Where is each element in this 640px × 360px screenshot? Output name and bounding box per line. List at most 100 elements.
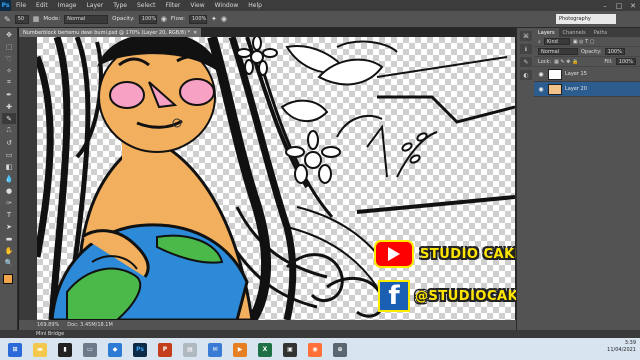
zoom-level[interactable]: 169.89% — [37, 322, 59, 328]
menu-help[interactable]: Help — [243, 2, 267, 9]
file-explorer-icon[interactable]: ▬ — [33, 342, 47, 357]
menu-layer[interactable]: Layer — [81, 2, 108, 9]
quick-select-tool-icon[interactable]: ✧ — [2, 65, 16, 76]
close-tab-icon[interactable]: ✕ — [193, 30, 197, 36]
menu-select[interactable]: Select — [132, 2, 161, 9]
type-tool-icon[interactable]: T — [2, 209, 16, 220]
document-app-icon[interactable]: ▤ — [183, 342, 197, 357]
menu-edit[interactable]: Edit — [31, 2, 53, 9]
layer-row[interactable]: ◉ Layer 15 — [534, 67, 640, 82]
start-icon[interactable]: ⊞ — [8, 342, 22, 357]
lock-label: Lock: — [538, 58, 552, 65]
workspace-select[interactable]: Photography — [556, 14, 616, 24]
mail-icon[interactable]: ✉ — [208, 342, 222, 357]
status-bar: 169.89% Doc: 3.45M/18.1M — [19, 320, 516, 330]
pressure-opacity-icon[interactable]: ◉ — [161, 15, 167, 23]
document-title: Numberblock bertemu dewi bumi.psd @ 170%… — [23, 29, 191, 36]
eyedropper-tool-icon[interactable]: ✒ — [2, 89, 16, 100]
visibility-eye-icon[interactable]: ◉ — [537, 70, 545, 78]
marquee-tool-icon[interactable]: ⬚ — [2, 41, 16, 52]
brush-size-field[interactable]: 50 — [14, 14, 29, 24]
clock-time: 3:39 — [624, 340, 636, 346]
terminal-icon[interactable]: ▮ — [58, 342, 72, 357]
properties-panel-icon[interactable]: ℹ — [520, 44, 532, 54]
crop-tool-icon[interactable]: ⌗ — [2, 77, 16, 88]
foreground-color-swatch[interactable] — [3, 274, 13, 284]
pen-tool-icon[interactable]: ✑ — [2, 197, 16, 208]
tab-channels[interactable]: Channels — [559, 28, 590, 37]
brush-tool-icon[interactable]: ✎ — [2, 113, 16, 124]
video-app-icon[interactable]: ▣ — [283, 342, 297, 357]
taskbar-icons: ⊞ ▬ ▮ ▭ ◆ Ps P ▤ ✉ ▶ X ▣ ◉ ⊕ — [0, 339, 640, 360]
photoshop-logo: Ps — [0, 0, 11, 11]
lasso-tool-icon[interactable]: ➰ — [2, 53, 16, 64]
brush-panel-icon[interactable]: ✎ — [520, 57, 532, 67]
powerpoint-icon[interactable]: P — [158, 342, 172, 357]
blend-mode-select[interactable]: Normal — [538, 48, 578, 55]
facebook-icon: f — [378, 280, 410, 312]
shape-tool-icon[interactable]: ▬ — [2, 233, 16, 244]
lock-icons[interactable]: ▦ ✎ ✥ 🔒 — [554, 59, 578, 65]
menu-file[interactable]: File — [11, 2, 31, 9]
eraser-tool-icon[interactable]: ▭ — [2, 149, 16, 160]
brush-tool-icon[interactable]: ✎ — [4, 15, 11, 24]
media-player-icon[interactable]: ▶ — [233, 342, 247, 357]
menu-filter[interactable]: Filter — [161, 2, 186, 9]
stamp-tool-icon[interactable]: ⎍ — [2, 125, 16, 136]
brush-panel-icon[interactable]: ▦ — [33, 15, 40, 23]
menu-view[interactable]: View — [185, 2, 209, 9]
airbrush-icon[interactable]: ✦ — [211, 15, 217, 23]
kind-filter-select[interactable]: Kind — [543, 38, 570, 45]
dodge-tool-icon[interactable]: ● — [2, 185, 16, 196]
tools-panel: ✥ ⬚ ➰ ✧ ⌗ ✒ ✚ ✎ ⎍ ↺ ▭ ◧ 💧 ● ✑ T ➤ ▬ ✋ 🔍 — [0, 28, 18, 330]
menu-bar: Ps File Edit Image Layer Type Select Fil… — [0, 0, 640, 11]
zoom-tool-icon[interactable]: 🔍 — [2, 257, 16, 268]
tab-layers[interactable]: Layers — [534, 28, 559, 37]
gradient-tool-icon[interactable]: ◧ — [2, 161, 16, 172]
mini-bridge-bar[interactable]: Mini Bridge — [0, 330, 640, 338]
maximize-icon[interactable]: □ — [612, 0, 626, 11]
panel-tabs: Layers Channels Paths — [534, 28, 640, 37]
layer-thumbnail — [548, 83, 562, 95]
system-tray-clock[interactable]: 3:39 11/04/2021 — [607, 340, 636, 354]
photo-app-icon[interactable]: ◆ — [108, 342, 122, 357]
flow-label: Flow: — [170, 16, 185, 22]
move-tool-icon[interactable]: ✥ — [2, 29, 16, 40]
opacity-field[interactable]: 100% — [138, 14, 157, 24]
flow-field[interactable]: 100% — [189, 14, 207, 24]
pressure-size-icon[interactable]: ◉ — [221, 15, 227, 23]
history-panel-icon[interactable]: ⌘ — [520, 31, 532, 41]
blur-tool-icon[interactable]: 💧 — [2, 173, 16, 184]
layer-opacity-label: Opacity: — [581, 48, 602, 55]
photoshop-taskbar-icon[interactable]: Ps — [133, 342, 147, 357]
collapsed-panel-strip: ⌘ ℹ ✎ ◐ — [516, 28, 534, 330]
menu-window[interactable]: Window — [210, 2, 244, 9]
menu-type[interactable]: Type — [108, 2, 132, 9]
healing-tool-icon[interactable]: ✚ — [2, 101, 16, 112]
visibility-eye-icon[interactable]: ◉ — [537, 85, 545, 93]
window-controls: – □ ✕ — [598, 0, 640, 11]
mode-label: Mode: — [43, 16, 61, 22]
network-icon[interactable]: ⊕ — [333, 342, 347, 357]
close-icon[interactable]: ✕ — [626, 0, 640, 11]
menu-image[interactable]: Image — [53, 2, 82, 9]
filter-icons[interactable]: ▣ ◎ T ▢ — [573, 39, 595, 45]
blend-row: Normal Opacity: 100% — [534, 47, 640, 57]
history-brush-icon[interactable]: ↺ — [2, 137, 16, 148]
excel-icon[interactable]: X — [258, 342, 272, 357]
filter-row: ⌕ Kind ▣ ◎ T ▢ — [534, 37, 640, 47]
layer-thumbnail — [548, 68, 562, 80]
hand-tool-icon[interactable]: ✋ — [2, 245, 16, 256]
minimize-icon[interactable]: – — [598, 0, 612, 11]
fill-field[interactable]: 100% — [615, 58, 636, 65]
document-tab[interactable]: Numberblock bertemu dewi bumi.psd @ 170%… — [19, 28, 202, 37]
adjustments-panel-icon[interactable]: ◐ — [520, 70, 532, 80]
layer-opacity-field[interactable]: 100% — [604, 48, 625, 55]
canvas[interactable] — [37, 37, 515, 320]
firefox-icon[interactable]: ◉ — [308, 342, 322, 357]
path-select-tool-icon[interactable]: ➤ — [2, 221, 16, 232]
tab-paths[interactable]: Paths — [590, 28, 612, 37]
mode-select[interactable]: Normal — [64, 14, 109, 24]
app-window-icon[interactable]: ▭ — [83, 342, 97, 357]
layer-row-selected[interactable]: ◉ Layer 20 — [534, 82, 640, 97]
